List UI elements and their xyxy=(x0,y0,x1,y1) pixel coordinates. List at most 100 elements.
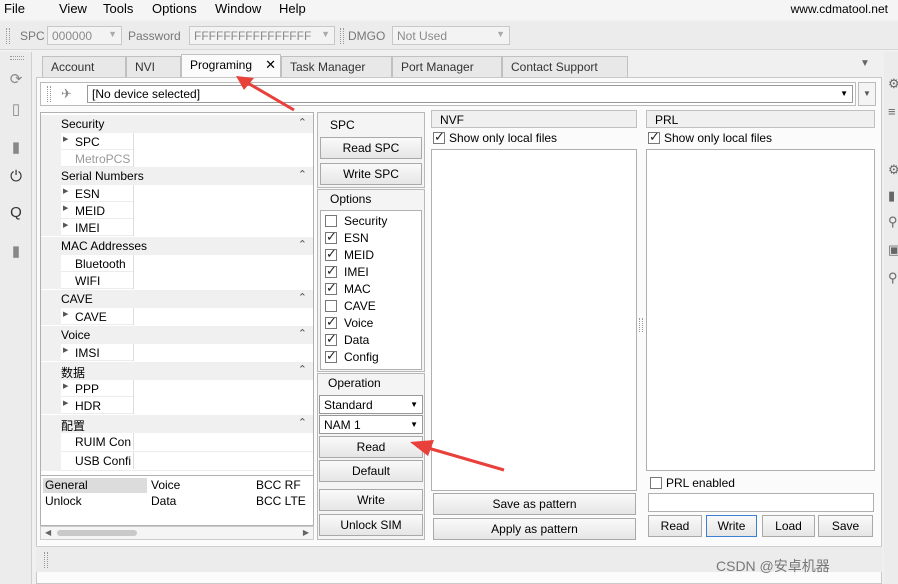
property-value[interactable] xyxy=(133,219,313,236)
dmgo-select[interactable]: Not Used ▼ xyxy=(392,26,510,45)
checkbox[interactable] xyxy=(650,477,662,489)
property-row[interactable]: RUIM Conf xyxy=(41,433,313,452)
property-row[interactable]: ▶ IMSI xyxy=(41,344,313,361)
checkbox[interactable]: ✓ xyxy=(325,229,337,244)
property-row[interactable]: ▶ HDR xyxy=(41,397,313,414)
checkbox[interactable]: ✓ xyxy=(433,129,445,144)
splitter-grip[interactable] xyxy=(639,318,643,332)
property-row[interactable]: ▶ CAVE xyxy=(41,308,313,325)
property-row[interactable]: ▶ IMEI xyxy=(41,219,313,236)
property-row[interactable]: USB Config xyxy=(41,452,313,471)
checkbox[interactable]: ✓ xyxy=(325,348,337,363)
expand-icon[interactable]: ▶ xyxy=(63,187,68,195)
property-value[interactable] xyxy=(133,397,313,414)
category-data[interactable]: 数据 ⌃ xyxy=(41,362,313,380)
document-icon[interactable]: ▮ xyxy=(888,188,895,204)
toolbar-grip[interactable] xyxy=(47,86,51,102)
settings-icon[interactable]: ⚙ xyxy=(888,162,898,178)
gear-icon[interactable]: ⚙ xyxy=(888,76,898,92)
tab-port-manager[interactable]: Port Manager xyxy=(392,56,502,77)
checkbox[interactable] xyxy=(325,300,337,312)
checkbox[interactable]: ✓ xyxy=(325,314,337,329)
toolbar-grip[interactable] xyxy=(10,56,24,60)
phone-icon[interactable]: ▯ xyxy=(8,100,24,118)
prl-save-button[interactable]: Save xyxy=(818,515,873,537)
device-select[interactable]: [No device selected] ▼ xyxy=(87,85,853,103)
expand-icon[interactable]: ▶ xyxy=(63,221,68,229)
property-row[interactable]: ▶ PPP xyxy=(41,380,313,397)
property-row[interactable]: ▶ SPC xyxy=(41,133,313,150)
device-icon[interactable]: ▮ xyxy=(8,242,24,260)
checkbox[interactable] xyxy=(325,215,337,227)
category-security[interactable]: Security ⌃ xyxy=(41,115,313,133)
property-row[interactable]: WIFI xyxy=(41,272,313,289)
tab-voice[interactable]: Voice xyxy=(151,478,180,492)
property-value[interactable] xyxy=(133,185,313,202)
tab-nvi[interactable]: NVI xyxy=(126,56,181,77)
power-icon[interactable]: ⏻ xyxy=(8,168,24,185)
checkbox[interactable]: ✓ xyxy=(648,129,660,144)
save-as-pattern-button[interactable]: Save as pattern xyxy=(433,493,636,515)
key-icon[interactable]: ⚲ xyxy=(888,270,898,286)
property-value[interactable] xyxy=(133,202,313,219)
toolbar-grip[interactable] xyxy=(6,28,10,44)
tab-data[interactable]: Data xyxy=(151,494,176,508)
expand-icon[interactable]: ▶ xyxy=(63,135,68,143)
lock-icon[interactable]: ▣ xyxy=(888,242,898,258)
checkbox[interactable]: ✓ xyxy=(325,246,337,261)
tab-contact-support[interactable]: Contact Support xyxy=(502,56,628,77)
collapse-button[interactable]: ▼ xyxy=(858,82,876,106)
property-value[interactable] xyxy=(133,433,313,450)
nam-select[interactable]: NAM 1 ▼ xyxy=(319,415,423,434)
menu-view[interactable]: View xyxy=(59,1,87,16)
connect-icon[interactable]: ✈ xyxy=(61,86,72,102)
prl-load-button[interactable]: Load xyxy=(762,515,815,537)
close-icon[interactable]: ✕ xyxy=(265,57,276,73)
category-mac-addresses[interactable]: MAC Addresses ⌃ xyxy=(41,237,313,255)
property-value[interactable] xyxy=(133,452,313,469)
spc-field[interactable]: 000000 ▼ xyxy=(47,26,122,45)
property-value[interactable] xyxy=(133,150,313,167)
prl-write-button[interactable]: Write xyxy=(706,515,757,537)
write-spc-button[interactable]: Write SPC xyxy=(320,163,422,185)
property-value[interactable] xyxy=(133,344,313,361)
toolbar-grip[interactable] xyxy=(340,28,344,44)
search-icon[interactable]: ⚲ xyxy=(888,214,898,230)
list-icon[interactable]: ≡ xyxy=(888,104,896,119)
property-row[interactable]: MetroPCS xyxy=(41,150,313,167)
category-serial-numbers[interactable]: Serial Numbers ⌃ xyxy=(41,167,313,185)
tab-bcc-rf[interactable]: BCC RF xyxy=(256,478,301,492)
password-field[interactable]: FFFFFFFFFFFFFFFF ▼ xyxy=(189,26,335,45)
operation-mode-select[interactable]: Standard ▼ xyxy=(319,395,423,414)
unlock-sim-button[interactable]: Unlock SIM xyxy=(319,514,423,536)
property-value[interactable] xyxy=(133,272,313,289)
menu-help[interactable]: Help xyxy=(279,1,306,16)
property-value[interactable] xyxy=(133,380,313,397)
toolbar-grip[interactable] xyxy=(44,552,48,568)
refresh-icon[interactable]: ⟳ xyxy=(8,70,24,88)
tab-account[interactable]: Account xyxy=(42,56,126,77)
property-value[interactable] xyxy=(133,133,313,150)
expand-icon[interactable]: ▶ xyxy=(63,382,68,390)
tab-general[interactable]: General xyxy=(43,478,147,493)
expand-icon[interactable]: ▶ xyxy=(63,310,68,318)
menu-options[interactable]: Options xyxy=(152,1,197,16)
menu-window[interactable]: Window xyxy=(215,1,261,16)
category-cave[interactable]: CAVE ⌃ xyxy=(41,290,313,308)
property-row[interactable]: ▶ ESN xyxy=(41,185,313,202)
chevron-left-icon[interactable]: ◀ xyxy=(45,528,51,537)
search-icon[interactable]: Q xyxy=(8,204,24,221)
read-spc-button[interactable]: Read SPC xyxy=(320,137,422,159)
chevron-right-icon[interactable]: ▶ xyxy=(303,528,309,537)
checkbox[interactable]: ✓ xyxy=(325,331,337,346)
category-voice[interactable]: Voice ⌃ xyxy=(41,326,313,344)
checkbox[interactable]: ✓ xyxy=(325,280,337,295)
property-value[interactable] xyxy=(133,255,313,272)
write-button[interactable]: Write xyxy=(319,489,423,511)
property-row[interactable]: ▶ MEID xyxy=(41,202,313,219)
expand-icon[interactable]: ▶ xyxy=(63,399,68,407)
checkbox[interactable]: ✓ xyxy=(325,263,337,278)
device-icon[interactable]: ▮ xyxy=(8,138,24,156)
apply-as-pattern-button[interactable]: Apply as pattern xyxy=(433,518,636,540)
tab-list-chevron-icon[interactable]: ▼ xyxy=(860,58,870,69)
